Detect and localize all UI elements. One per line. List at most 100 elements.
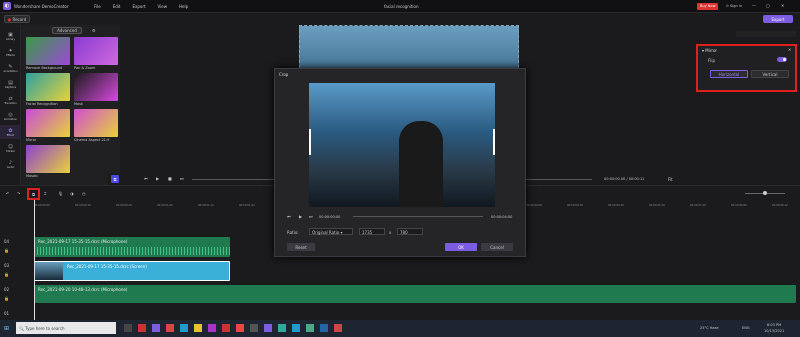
next-frame-icon[interactable]: ⏭ — [180, 176, 184, 181]
minimize-icon[interactable]: — — [752, 3, 756, 8]
prev-frame-icon[interactable]: ⏮ — [144, 176, 148, 181]
clock-time[interactable]: 8:03 PM — [767, 323, 781, 327]
buy-now-button[interactable]: Buy Now — [697, 3, 719, 10]
flip-toggle[interactable] — [777, 57, 787, 62]
language-indicator[interactable]: ENG — [742, 326, 750, 330]
taskbar-app-icon[interactable] — [208, 324, 216, 332]
taskbar-app-icon[interactable] — [292, 324, 300, 332]
crop-prev-icon[interactable]: ⏮ — [287, 214, 291, 219]
title-bar: ◐ Wondershare DemoCreator File Edit Export… — [0, 0, 800, 13]
sidebar-item[interactable]: ✦ Effects — [0, 45, 21, 59]
weather-text[interactable]: 25°C Haze — [700, 326, 719, 330]
play-icon[interactable]: ▶ — [156, 176, 159, 181]
record-button[interactable]: ● Record — [4, 15, 30, 23]
undo-icon[interactable]: ↶ — [6, 191, 9, 196]
windows-taskbar: ⊞ 🔍 Type here to search 25°C Haze ENG 8:… — [0, 320, 800, 337]
track-number: 01 — [4, 311, 10, 316]
crop-handle-left[interactable] — [309, 129, 311, 155]
close-icon[interactable]: ✕ — [781, 3, 784, 8]
menu-help[interactable]: Help — [179, 4, 188, 9]
screen-clip[interactable]: Rec_2021-09-17 15-35-15.dcrc (Screen) — [34, 261, 230, 281]
taskbar-app-icon[interactable] — [194, 324, 202, 332]
effect-thumbnail — [74, 37, 118, 65]
windows-start-icon[interactable]: ⊞ — [4, 325, 9, 332]
lock-icon[interactable]: 🔒 — [4, 272, 9, 277]
sidebar-item[interactable]: ▣ Library — [0, 29, 21, 43]
crop-width-input[interactable]: 1735 — [359, 228, 385, 235]
lock-icon[interactable]: 🔒 — [4, 296, 9, 301]
sidebar-item[interactable]: ✎ Annotation — [0, 61, 21, 75]
crop-play-icon[interactable]: ▶ — [299, 214, 302, 219]
taskbar-app-icon[interactable] — [236, 324, 244, 332]
lock-icon[interactable]: 🔒 — [4, 248, 9, 253]
speed-icon[interactable]: ◑ — [70, 191, 74, 196]
taskbar-app-icon[interactable] — [222, 324, 230, 332]
taskbar-app-icon[interactable] — [152, 324, 160, 332]
effect-card[interactable]: Cinema Aspect 21:9 — [74, 109, 118, 143]
sidebar-item[interactable]: ▤ Captions — [0, 77, 21, 91]
crop-preview-icon[interactable]: ⧉ — [111, 175, 119, 183]
audio-clip[interactable]: Rec_2021-09-17 15-35-15.dcrc (Microphone… — [34, 237, 230, 257]
sidebar-item[interactable]: ☺ Sticker — [0, 141, 21, 155]
effect-card[interactable]: Remove Background — [26, 37, 70, 71]
taskbar-app-icon[interactable] — [250, 324, 258, 332]
mic-icon[interactable]: 🎙 — [58, 191, 63, 196]
maximize-icon[interactable]: ▢ — [766, 3, 770, 8]
menu-edit[interactable]: Edit — [113, 4, 121, 9]
taskbar-app-icon[interactable] — [320, 324, 328, 332]
marker-icon[interactable]: ◷ — [82, 191, 86, 196]
fit-select[interactable]: Fit — [668, 177, 673, 182]
taskbar-app-icon[interactable] — [306, 324, 314, 332]
crop-handle-right[interactable] — [493, 129, 495, 155]
effect-card[interactable]: Mosaic — [26, 145, 70, 179]
export-button[interactable]: Export — [763, 15, 793, 23]
ruler-tick: 00:00:05:20 — [690, 204, 706, 207]
zoom-slider[interactable] — [745, 191, 785, 195]
split-icon[interactable]: ⌶ — [44, 191, 46, 196]
library-gear-icon[interactable]: ⚙ — [92, 28, 96, 33]
taskbar-app-icon[interactable] — [264, 324, 272, 332]
menu-file[interactable]: File — [94, 4, 101, 9]
redo-icon[interactable]: ↷ — [17, 191, 20, 196]
menu-export[interactable]: Export — [132, 4, 145, 9]
stop-icon[interactable]: ■ — [168, 176, 172, 181]
effect-label: Facial Recognition — [26, 102, 58, 106]
taskbar-search-input[interactable]: 🔍 Type here to search — [16, 322, 116, 334]
cancel-label: Cancel — [490, 244, 504, 250]
effect-label: Mirror — [26, 138, 37, 142]
mirror-close-icon[interactable]: ✕ — [788, 47, 791, 52]
effect-card[interactable]: Facial Recognition — [26, 73, 70, 107]
reset-button[interactable]: Reset — [287, 243, 315, 251]
taskbar-app-icon[interactable] — [278, 324, 286, 332]
taskbar-app-icon[interactable] — [180, 324, 188, 332]
ratio-select[interactable]: Original Ratio ▾ — [309, 228, 353, 235]
task-view-icon[interactable] — [124, 324, 132, 332]
effect-card[interactable]: Mask — [74, 73, 118, 107]
sidebar-item[interactable]: ✿ Effect — [0, 125, 21, 139]
sidebar-item[interactable]: ♪ Audio — [0, 157, 21, 171]
crop-progress[interactable] — [353, 216, 483, 217]
crop-dialog: Crop ⏮ ▶ ⏭ 00:00:00:00 00:00:04:00 Ratio… — [274, 68, 526, 257]
sidebar-item[interactable]: ⇄ Transition — [0, 93, 21, 107]
horizontal-button[interactable]: Horizontal — [710, 70, 748, 78]
ruler-tick: 00:00:04:18 — [567, 204, 583, 207]
taskbar-app-icon[interactable] — [166, 324, 174, 332]
sidebar-item[interactable]: ◎ Animation — [0, 109, 21, 123]
advanced-tab[interactable]: Advanced — [52, 27, 82, 34]
cancel-button[interactable]: Cancel — [481, 243, 513, 251]
ruler-tick: 00:00:01:02 — [157, 204, 173, 207]
crop-next-icon[interactable]: ⏭ — [309, 214, 313, 219]
taskbar-app-icon[interactable] — [334, 324, 342, 332]
playhead[interactable] — [34, 200, 35, 320]
menu-view[interactable]: View — [158, 4, 168, 9]
effect-card[interactable]: Pan & Zoom — [74, 37, 118, 71]
taskbar-app-icon[interactable] — [138, 324, 146, 332]
crop-height-input[interactable]: 780 — [397, 228, 423, 235]
audio-clip[interactable]: Rec_2021-09-20 10-48-13.dcrc (Microphone… — [34, 285, 796, 303]
sign-in-button[interactable]: ⊙ Sign in — [726, 4, 742, 8]
ok-button[interactable]: OK — [445, 243, 477, 251]
crop-tool-button[interactable]: ⧉ — [27, 188, 40, 200]
clock-date[interactable]: 10/13/2021 — [764, 329, 784, 333]
vertical-button[interactable]: Vertical — [751, 70, 789, 78]
effect-card[interactable]: Mirror — [26, 109, 70, 143]
